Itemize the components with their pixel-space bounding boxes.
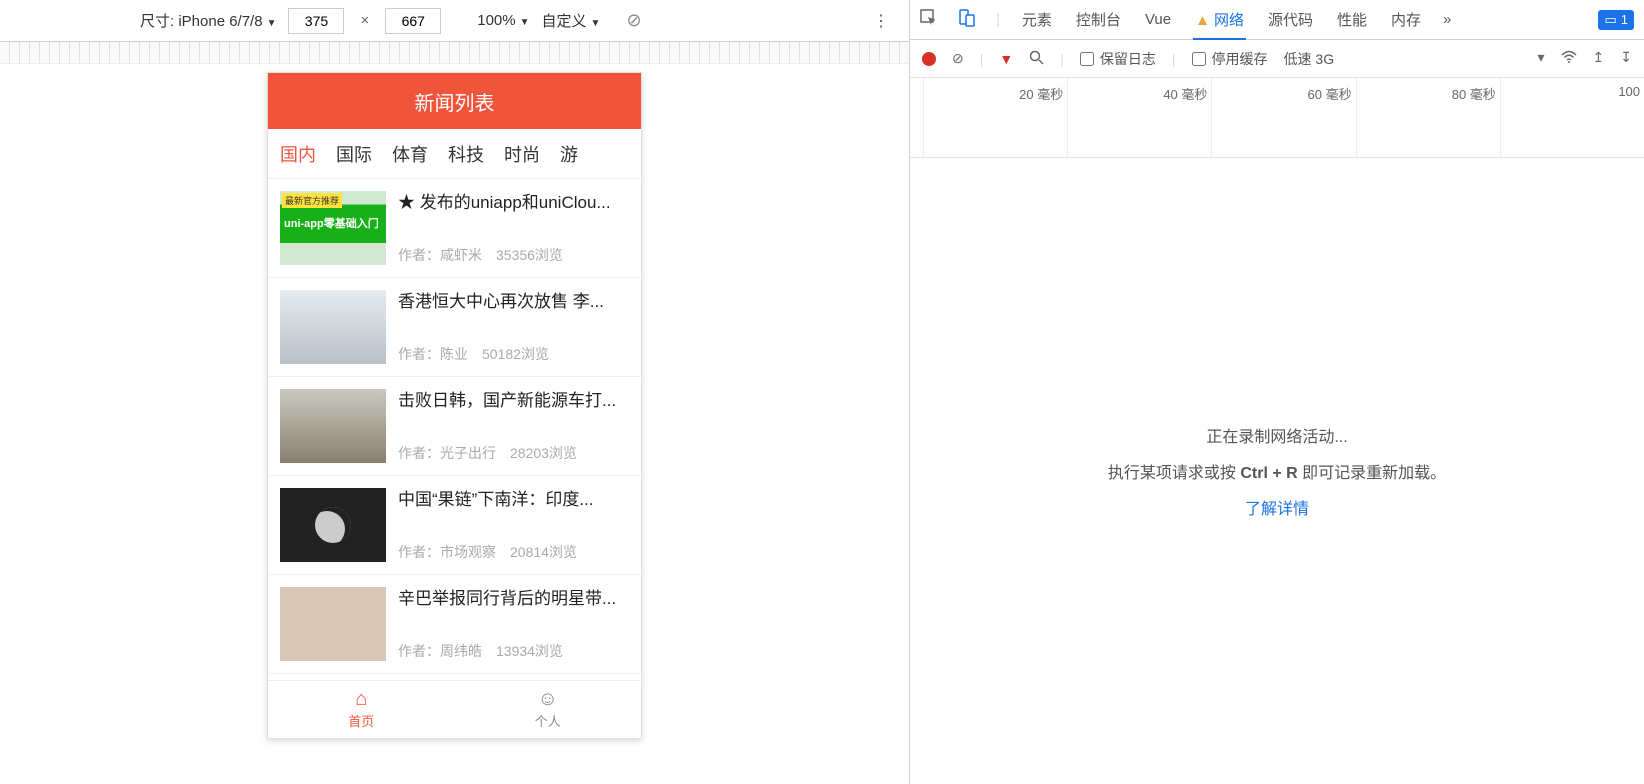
news-thumb [280, 191, 386, 265]
news-title: ★ 发布的uniapp和uniClou... [398, 191, 629, 215]
tab-game[interactable]: 游 [560, 141, 578, 167]
tab-sports[interactable]: 体育 [392, 141, 428, 167]
list-item[interactable]: ★ 发布的uniapp和uniClou... 作者：咸虾米35356浏览 [268, 179, 641, 278]
inspect-icon[interactable] [920, 9, 938, 31]
width-input[interactable] [288, 8, 344, 34]
tab-network[interactable]: ▲网络 [1193, 0, 1246, 40]
list-item[interactable]: 击败日韩，国产新能源车打... 作者：光子出行28203浏览 [268, 377, 641, 476]
list-item[interactable]: 香港恒大中心再次放售 李... 作者：陈业50182浏览 [268, 278, 641, 377]
network-empty-state: 正在录制网络活动... 执行某项请求或按 Ctrl + R 即可记录重新加载。 … [910, 158, 1644, 784]
chevron-down-icon: ▼ [267, 18, 277, 29]
warning-icon: ▲ [1195, 12, 1210, 29]
news-thumb [280, 389, 386, 463]
tab-international[interactable]: 国际 [336, 141, 372, 167]
news-thumb [280, 587, 386, 661]
nav-home[interactable]: ⌂ 首页 [268, 681, 455, 738]
viewport-area: 新闻列表 国内 国际 体育 科技 时尚 游 ★ 发布的uniapp和uniClo… [0, 64, 909, 784]
dim-separator: × [360, 12, 369, 29]
timeline[interactable]: 20 毫秒 40 毫秒 60 毫秒 80 毫秒 100 [910, 78, 1644, 158]
tab-elements[interactable]: 元素 [1020, 0, 1054, 39]
clear-icon[interactable]: ⊘ [952, 50, 964, 67]
record-icon[interactable] [922, 52, 936, 66]
tab-memory[interactable]: 内存 [1389, 0, 1423, 39]
tab-tech[interactable]: 科技 [448, 141, 484, 167]
tab-sources[interactable]: 源代码 [1266, 0, 1315, 39]
news-title: 中国“果链”下南洋：印度... [398, 488, 629, 512]
height-input[interactable] [385, 8, 441, 34]
news-thumb [280, 290, 386, 364]
network-toolbar: ⊘ | ▼ | 保留日志 | 停用缓存 低速 3G ▾ ↥ ↧ [910, 40, 1644, 78]
device-toggle-icon[interactable] [958, 9, 976, 31]
devtools-tabs: | 元素 控制台 Vue ▲网络 源代码 性能 内存 » ▭1 [910, 0, 1644, 40]
messages-badge[interactable]: ▭1 [1598, 10, 1634, 30]
phone-frame: 新闻列表 国内 国际 体育 科技 时尚 游 ★ 发布的uniapp和uniClo… [267, 72, 642, 739]
news-title: 辛巴举报同行背后的明星带... [398, 587, 629, 611]
throttle-dropdown-icon[interactable]: ▾ [1538, 49, 1545, 68]
news-title: 香港恒大中心再次放售 李... [398, 290, 629, 314]
zoom-select[interactable]: 100%▼ [477, 12, 529, 29]
tab-domestic[interactable]: 国内 [280, 141, 316, 167]
device-toolbar: 尺寸: iPhone 6/7/8▼ × 100%▼ 自定义▼ ⊘ ⋮ [0, 0, 909, 42]
chevron-down-icon: ▼ [520, 17, 530, 28]
tab-vue[interactable]: Vue [1143, 2, 1173, 37]
tab-fashion[interactable]: 时尚 [504, 141, 540, 167]
learn-more-link[interactable]: 了解详情 [1245, 495, 1309, 519]
tab-performance[interactable]: 性能 [1335, 0, 1369, 39]
preserve-log-checkbox[interactable]: 保留日志 [1080, 49, 1156, 69]
news-title: 击败日韩，国产新能源车打... [398, 389, 629, 413]
disable-cache-checkbox[interactable]: 停用缓存 [1192, 49, 1268, 69]
rotate-icon[interactable]: ⊘ [626, 10, 641, 31]
empty-line1: 正在录制网络活动... [1206, 423, 1347, 447]
search-icon[interactable] [1029, 50, 1044, 68]
list-item[interactable]: 辛巴举报同行背后的明星带... 作者：周纬皓13934浏览 [268, 575, 641, 674]
app-header: 新闻列表 [268, 73, 641, 129]
list-item[interactable]: 中国“果链”下南洋：印度... 作者：市场观察20814浏览 [268, 476, 641, 575]
wifi-icon[interactable] [1561, 49, 1577, 68]
nav-me[interactable]: ☺ 个人 [455, 681, 642, 738]
news-thumb [280, 488, 386, 562]
news-tabs: 国内 国际 体育 科技 时尚 游 [268, 129, 641, 179]
throttle-select[interactable]: 低速 3G [1284, 49, 1335, 69]
news-list[interactable]: ★ 发布的uniapp和uniClou... 作者：咸虾米35356浏览 香港恒… [268, 179, 641, 680]
ruler [0, 42, 909, 64]
chat-icon: ▭ [1604, 12, 1616, 28]
download-icon[interactable]: ↧ [1620, 49, 1632, 68]
upload-icon[interactable]: ↥ [1593, 49, 1605, 68]
filter-icon[interactable]: ▼ [999, 51, 1013, 67]
home-icon: ⌂ [355, 689, 367, 709]
person-icon: ☺ [538, 689, 558, 709]
tab-console[interactable]: 控制台 [1074, 0, 1123, 39]
more-tabs-icon[interactable]: » [1443, 11, 1451, 28]
empty-line2: 执行某项请求或按 Ctrl + R 即可记录重新加载。 [1108, 459, 1446, 483]
more-icon[interactable]: ⋮ [873, 11, 889, 31]
device-select[interactable]: 尺寸: iPhone 6/7/8▼ [140, 10, 276, 31]
bottom-nav: ⌂ 首页 ☺ 个人 [268, 680, 641, 738]
custom-select[interactable]: 自定义▼ [542, 10, 601, 31]
chevron-down-icon: ▼ [591, 18, 601, 29]
